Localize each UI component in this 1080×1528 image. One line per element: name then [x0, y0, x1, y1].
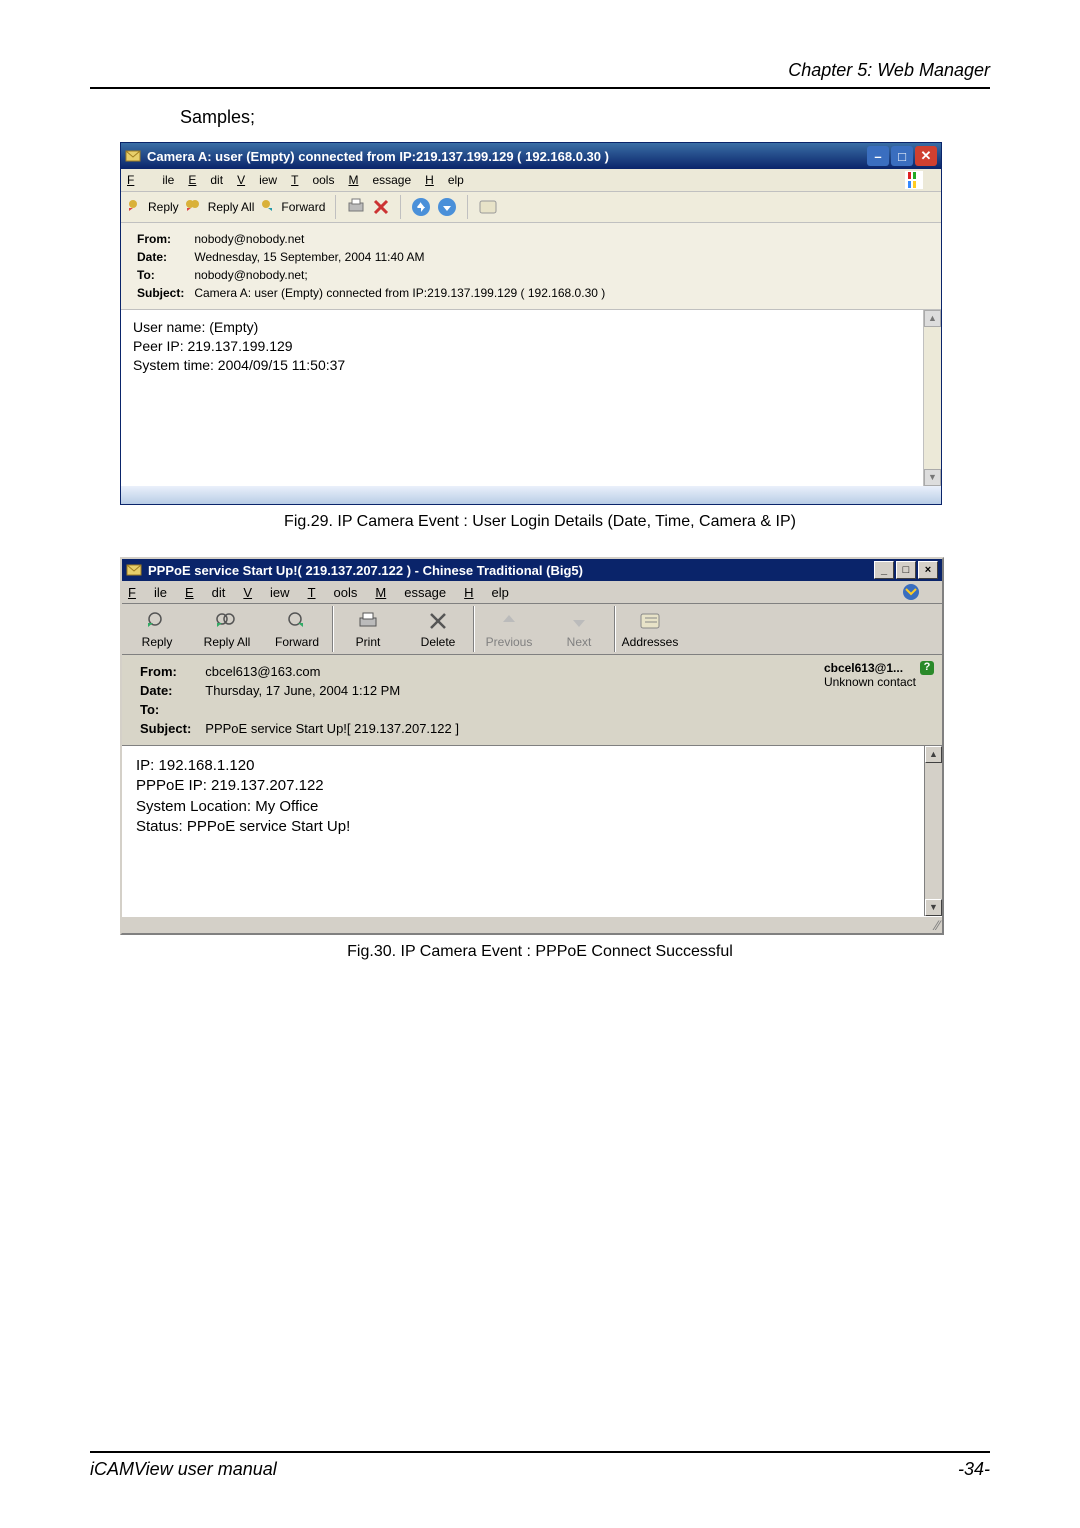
- scrollbar[interactable]: ▲ ▼: [923, 310, 941, 486]
- date-value: Thursday, 17 June, 2004 1:12 PM: [199, 682, 465, 699]
- subject-label: Subject:: [133, 285, 188, 301]
- previous-button: Previous: [474, 609, 544, 649]
- footer-right: -34-: [958, 1459, 990, 1480]
- body-line: System time: 2004/09/15 11:50:37: [133, 356, 929, 375]
- toolbar-separator: [335, 195, 336, 219]
- message-headers: From:cbcel613@163.com Date:Thursday, 17 …: [122, 655, 942, 746]
- menu-file[interactable]: File: [128, 585, 167, 600]
- scroll-down-icon[interactable]: ▼: [925, 899, 942, 916]
- menu-view[interactable]: View: [243, 585, 289, 600]
- menu-help[interactable]: Help: [425, 173, 464, 187]
- addresses-button[interactable]: Addresses: [615, 609, 685, 649]
- window-title: Camera A: user (Empty) connected from IP…: [147, 149, 865, 164]
- body-line: Peer IP: 219.137.199.129: [133, 337, 929, 356]
- date-label: Date:: [134, 682, 197, 699]
- body-line: IP: 192.168.1.120: [136, 756, 928, 776]
- delete-button[interactable]: Delete: [403, 609, 473, 649]
- maximize-button[interactable]: □: [891, 146, 913, 166]
- status-bar: ⁄⁄: [122, 916, 942, 933]
- menu-edit[interactable]: Edit: [185, 585, 225, 600]
- date-value: Wednesday, 15 September, 2004 11:40 AM: [190, 249, 609, 265]
- reply-button[interactable]: Reply: [122, 609, 192, 649]
- page-footer: iCAMView user manual -34-: [90, 1451, 990, 1480]
- addresses-button[interactable]: [478, 198, 498, 216]
- reply-all-button[interactable]: Reply All: [185, 199, 255, 215]
- from-value: nobody@nobody.net: [190, 231, 609, 247]
- delete-button[interactable]: [372, 198, 390, 216]
- window-title: PPPoE service Start Up!( 219.137.207.122…: [148, 563, 872, 578]
- next-button[interactable]: [437, 197, 457, 217]
- reply-button[interactable]: Reply: [127, 199, 179, 215]
- figure-caption-30: Fig.30. IP Camera Event : PPPoE Connect …: [90, 943, 990, 961]
- scroll-up-icon[interactable]: ▲: [924, 310, 941, 327]
- from-value: cbcel613@163.com: [199, 663, 465, 680]
- previous-button[interactable]: [411, 197, 431, 217]
- reply-all-button[interactable]: Reply All: [192, 609, 262, 649]
- status-bar: [121, 486, 941, 504]
- to-label: To:: [134, 701, 197, 718]
- scroll-up-icon[interactable]: ▲: [925, 746, 942, 763]
- window-titlebar[interactable]: PPPoE service Start Up!( 219.137.207.122…: [122, 559, 942, 581]
- minimize-button[interactable]: _: [874, 561, 894, 579]
- footer-left: iCAMView user manual: [90, 1459, 277, 1480]
- body-line: Status: PPPoE service Start Up!: [136, 817, 928, 837]
- screenshot-2: PPPoE service Start Up!( 219.137.207.122…: [120, 557, 944, 935]
- menu-file[interactable]: File: [127, 173, 174, 187]
- samples-label: Samples;: [180, 107, 990, 128]
- to-label: To:: [133, 267, 188, 283]
- toolbar: Reply Reply All Forward Print Delet: [122, 604, 942, 655]
- menu-bar: File Edit View Tools Message Help: [122, 581, 942, 604]
- toolbar-separator: [467, 195, 468, 219]
- body-line: User name: (Empty): [133, 318, 929, 337]
- menu-bar: File Edit View Tools Message Help: [121, 169, 941, 192]
- scrollbar[interactable]: ▲ ▼: [924, 746, 942, 916]
- subject-value: PPPoE service Start Up![ 219.137.207.122…: [199, 720, 465, 737]
- envelope-icon: [126, 562, 142, 578]
- menu-help[interactable]: Help: [464, 585, 509, 600]
- to-value: [199, 701, 465, 718]
- scroll-down-icon[interactable]: ▼: [924, 469, 941, 486]
- close-button[interactable]: ✕: [915, 146, 937, 166]
- window-titlebar[interactable]: Camera A: user (Empty) connected from IP…: [121, 143, 941, 169]
- forward-button[interactable]: Forward: [262, 609, 332, 649]
- menu-message[interactable]: Message: [375, 585, 446, 600]
- chapter-header: Chapter 5: Web Manager: [90, 60, 990, 89]
- menu-tools[interactable]: Tools: [308, 585, 358, 600]
- subject-value: Camera A: user (Empty) connected from IP…: [190, 285, 609, 301]
- envelope-icon: [125, 148, 141, 164]
- ie-logo-icon: [905, 171, 923, 189]
- figure-caption-29: Fig.29. IP Camera Event : User Login Det…: [90, 513, 990, 531]
- next-button: Next: [544, 609, 614, 649]
- menu-view[interactable]: View: [237, 173, 277, 187]
- subject-label: Subject:: [134, 720, 197, 737]
- minimize-button[interactable]: –: [867, 146, 889, 166]
- oe-logo-icon: [902, 583, 920, 601]
- screenshot-1: Camera A: user (Empty) connected from IP…: [120, 142, 942, 505]
- message-body: User name: (Empty) Peer IP: 219.137.199.…: [121, 310, 941, 486]
- contact-sub: Unknown contact: [824, 675, 916, 689]
- print-button[interactable]: [346, 198, 366, 216]
- print-button[interactable]: Print: [333, 609, 403, 649]
- contact-card[interactable]: cbcel613@1... Unknown contact ?: [824, 661, 916, 690]
- from-label: From:: [134, 663, 197, 680]
- toolbar-separator: [400, 195, 401, 219]
- message-body: IP: 192.168.1.120 PPPoE IP: 219.137.207.…: [122, 746, 942, 916]
- close-button[interactable]: ×: [918, 561, 938, 579]
- contact-help-icon[interactable]: ?: [920, 661, 934, 675]
- to-value: nobody@nobody.net;: [190, 267, 609, 283]
- body-line: PPPoE IP: 219.137.207.122: [136, 776, 928, 796]
- menu-tools[interactable]: Tools: [291, 173, 334, 187]
- message-headers: From:nobody@nobody.net Date:Wednesday, 1…: [121, 223, 941, 310]
- menu-edit[interactable]: Edit: [188, 173, 223, 187]
- toolbar: Reply Reply All Forward: [121, 192, 941, 223]
- forward-button[interactable]: Forward: [260, 199, 325, 215]
- maximize-button[interactable]: □: [896, 561, 916, 579]
- menu-message[interactable]: Message: [348, 173, 411, 187]
- body-line: System Location: My Office: [136, 797, 928, 817]
- from-label: From:: [133, 231, 188, 247]
- date-label: Date:: [133, 249, 188, 265]
- contact-name: cbcel613@1...: [824, 661, 916, 675]
